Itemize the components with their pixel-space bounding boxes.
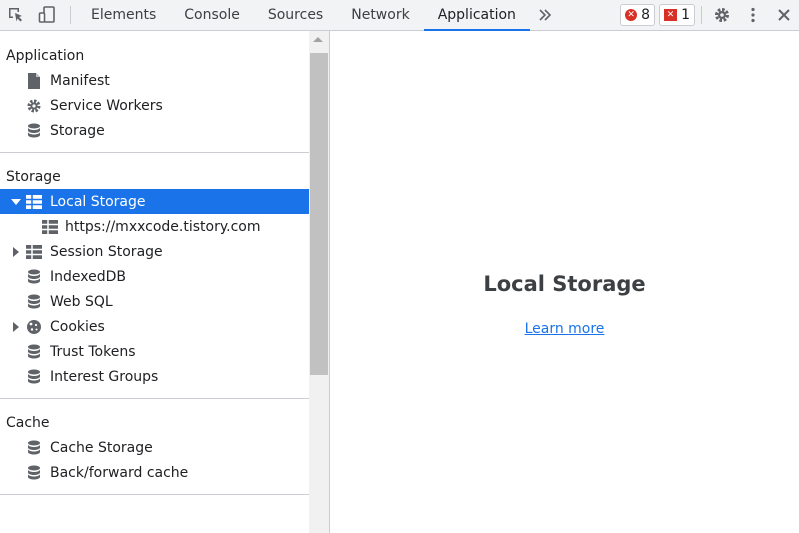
scroll-up-arrow-icon[interactable] — [313, 37, 323, 42]
database-icon — [25, 464, 43, 482]
sidebar-item-back-forward-cache[interactable]: Back/forward cache — [0, 460, 309, 485]
sidebar-item-cookies[interactable]: Cookies — [0, 314, 309, 339]
close-icon[interactable] — [768, 0, 799, 30]
section-application: Application Manifest Service Workers Sto… — [0, 31, 309, 153]
main-panel: Local Storage Learn more — [330, 31, 799, 533]
sidebar-item-local-storage[interactable]: Local Storage — [0, 189, 309, 214]
sidebar-item-indexeddb[interactable]: IndexedDB — [0, 264, 309, 289]
tab-network[interactable]: Network — [337, 0, 423, 30]
tab-application[interactable]: Application — [423, 0, 531, 31]
sidebar-item-label: IndexedDB — [50, 268, 126, 285]
sidebar-item-cache-storage[interactable]: Cache Storage — [0, 435, 309, 460]
issue-icon: ✕ — [664, 9, 678, 21]
database-icon — [25, 439, 43, 457]
sidebar-item-label: Web SQL — [50, 293, 113, 310]
collapsed-arrow-icon[interactable] — [11, 314, 21, 339]
errors-badge[interactable]: ✕ 8 — [620, 4, 656, 26]
sidebar-item-service-workers[interactable]: Service Workers — [0, 93, 309, 118]
tab-elements[interactable]: Elements — [77, 0, 170, 30]
table-icon — [41, 218, 59, 236]
section-title: Storage — [6, 168, 61, 185]
error-icon: ✕ — [625, 9, 638, 21]
gear-icon — [25, 97, 43, 115]
section-title: Application — [6, 47, 85, 64]
device-toggle-icon[interactable] — [31, 0, 62, 30]
sidebar-item-label: https://mxxcode.tistory.com — [65, 218, 261, 235]
sidebar-item-label: Local Storage — [50, 193, 146, 210]
file-icon — [25, 72, 43, 90]
panel-title: Local Storage — [483, 272, 646, 296]
sidebar-item-label: Cache Storage — [50, 439, 153, 456]
section-storage: Storage Local Storage https://mxxcode.ti… — [0, 153, 309, 399]
sidebar-item-session-storage[interactable]: Session Storage — [0, 239, 309, 264]
application-sidebar: Application Manifest Service Workers Sto… — [0, 31, 309, 533]
sidebar-item-label: Service Workers — [50, 97, 163, 114]
database-icon — [25, 293, 43, 311]
sidebar-scrollbar[interactable] — [309, 31, 329, 533]
collapsed-arrow-icon[interactable] — [11, 239, 21, 264]
tab-sources[interactable]: Sources — [254, 0, 337, 30]
sidebar-item-origin[interactable]: https://mxxcode.tistory.com — [0, 214, 309, 239]
sidebar-item-trust-tokens[interactable]: Trust Tokens — [0, 339, 309, 364]
sidebar-item-label: Back/forward cache — [50, 464, 189, 481]
cookie-icon — [25, 318, 43, 336]
scrollbar-thumb[interactable] — [310, 53, 328, 375]
section-title: Cache — [6, 414, 50, 431]
sidebar-item-label: Trust Tokens — [50, 343, 136, 360]
settings-gear-icon[interactable] — [706, 0, 737, 30]
table-icon — [25, 193, 43, 211]
errors-count: 8 — [641, 7, 651, 23]
database-icon — [25, 268, 43, 286]
sidebar-item-label: Storage — [50, 122, 105, 139]
learn-more-link[interactable]: Learn more — [330, 321, 799, 337]
more-tabs-chevron-icon[interactable] — [530, 0, 560, 30]
database-icon — [25, 343, 43, 361]
sidebar-item-manifest[interactable]: Manifest — [0, 68, 309, 93]
issues-badge[interactable]: ✕ 1 — [659, 4, 695, 26]
toolbar-divider — [701, 6, 702, 24]
devtools-toolbar: Elements Console Sources Network Applica… — [0, 0, 799, 31]
tab-console[interactable]: Console — [170, 0, 254, 30]
inspect-element-icon[interactable] — [0, 0, 31, 30]
database-icon — [25, 368, 43, 386]
issues-count: 1 — [681, 7, 690, 23]
expanded-arrow-icon[interactable] — [11, 189, 21, 214]
sidebar-item-label: Cookies — [50, 318, 105, 335]
sidebar-item-label: Manifest — [50, 72, 110, 89]
sidebar-item-label: Interest Groups — [50, 368, 159, 385]
sidebar-item-interest-groups[interactable]: Interest Groups — [0, 364, 309, 389]
sidebar-item-label: Session Storage — [50, 243, 163, 260]
kebab-menu-icon[interactable] — [737, 0, 768, 30]
section-cache: Cache Cache Storage Back/forward cache — [0, 399, 309, 495]
sidebar-item-web-sql[interactable]: Web SQL — [0, 289, 309, 314]
sidebar-item-storage[interactable]: Storage — [0, 118, 309, 143]
toolbar-divider — [70, 6, 71, 24]
database-icon — [25, 122, 43, 140]
table-icon — [25, 243, 43, 261]
